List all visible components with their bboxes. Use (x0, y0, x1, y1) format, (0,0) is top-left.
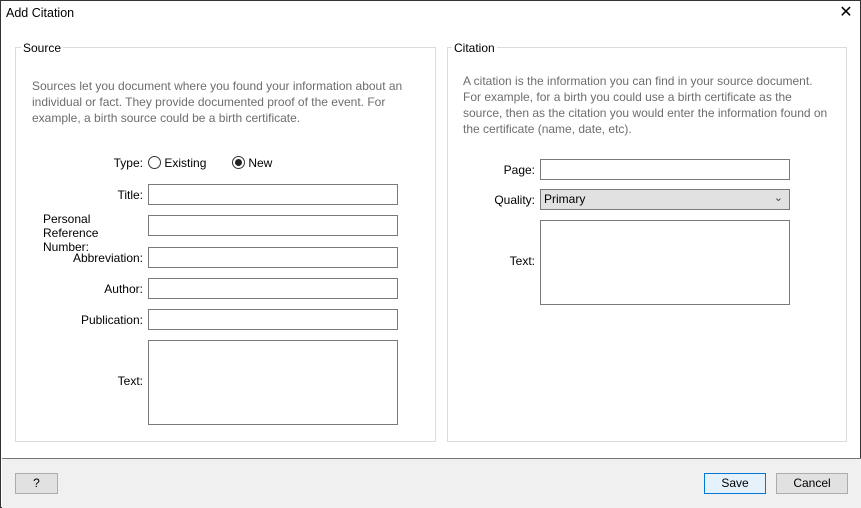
type-label: Type: (113, 156, 143, 170)
close-icon[interactable]: ✕ (837, 4, 855, 22)
chevron-down-icon: ⌄ (773, 192, 783, 204)
add-citation-dialog: Add Citation ✕ Source Sources let you do… (0, 0, 861, 508)
author-input[interactable] (148, 278, 398, 299)
publication-input[interactable] (148, 309, 398, 330)
source-text-label: Text: (117, 374, 143, 388)
page-label: Page: (503, 163, 535, 177)
citation-text-input[interactable] (540, 220, 790, 305)
radio-label: Existing (164, 156, 207, 170)
author-label: Author: (104, 282, 143, 296)
dialog-title: Add Citation (6, 6, 75, 20)
source-legend: Source (21, 41, 64, 55)
publication-label: Publication: (80, 313, 143, 327)
radio-label: New (248, 156, 273, 170)
prn-input[interactable] (148, 215, 398, 236)
type-existing-radio[interactable]: Existing (148, 156, 206, 170)
citation-text-label: Text: (509, 254, 535, 268)
title-input[interactable] (148, 184, 398, 205)
source-text-input[interactable] (148, 340, 398, 425)
title-label: Title: (117, 188, 143, 202)
cancel-button[interactable]: Cancel (776, 473, 848, 494)
radio-selected-icon (232, 156, 245, 169)
abbreviation-label: Abbreviation: (72, 251, 143, 265)
save-button[interactable]: Save (704, 473, 766, 494)
quality-select[interactable]: Primary ⌄ (540, 189, 790, 210)
type-new-radio[interactable]: New (232, 156, 272, 170)
help-button[interactable]: ? (15, 473, 58, 494)
page-input[interactable] (540, 159, 790, 180)
abbreviation-input[interactable] (148, 247, 398, 268)
quality-value: Primary (544, 192, 586, 206)
quality-label: Quality: (494, 193, 535, 207)
radio-icon (148, 156, 161, 169)
citation-legend: Citation (452, 41, 497, 55)
prn-label: Personal Reference Number: (43, 212, 99, 254)
source-description: Sources let you document where you found… (32, 79, 403, 125)
citation-description: A citation is the information you can fi… (463, 74, 828, 136)
